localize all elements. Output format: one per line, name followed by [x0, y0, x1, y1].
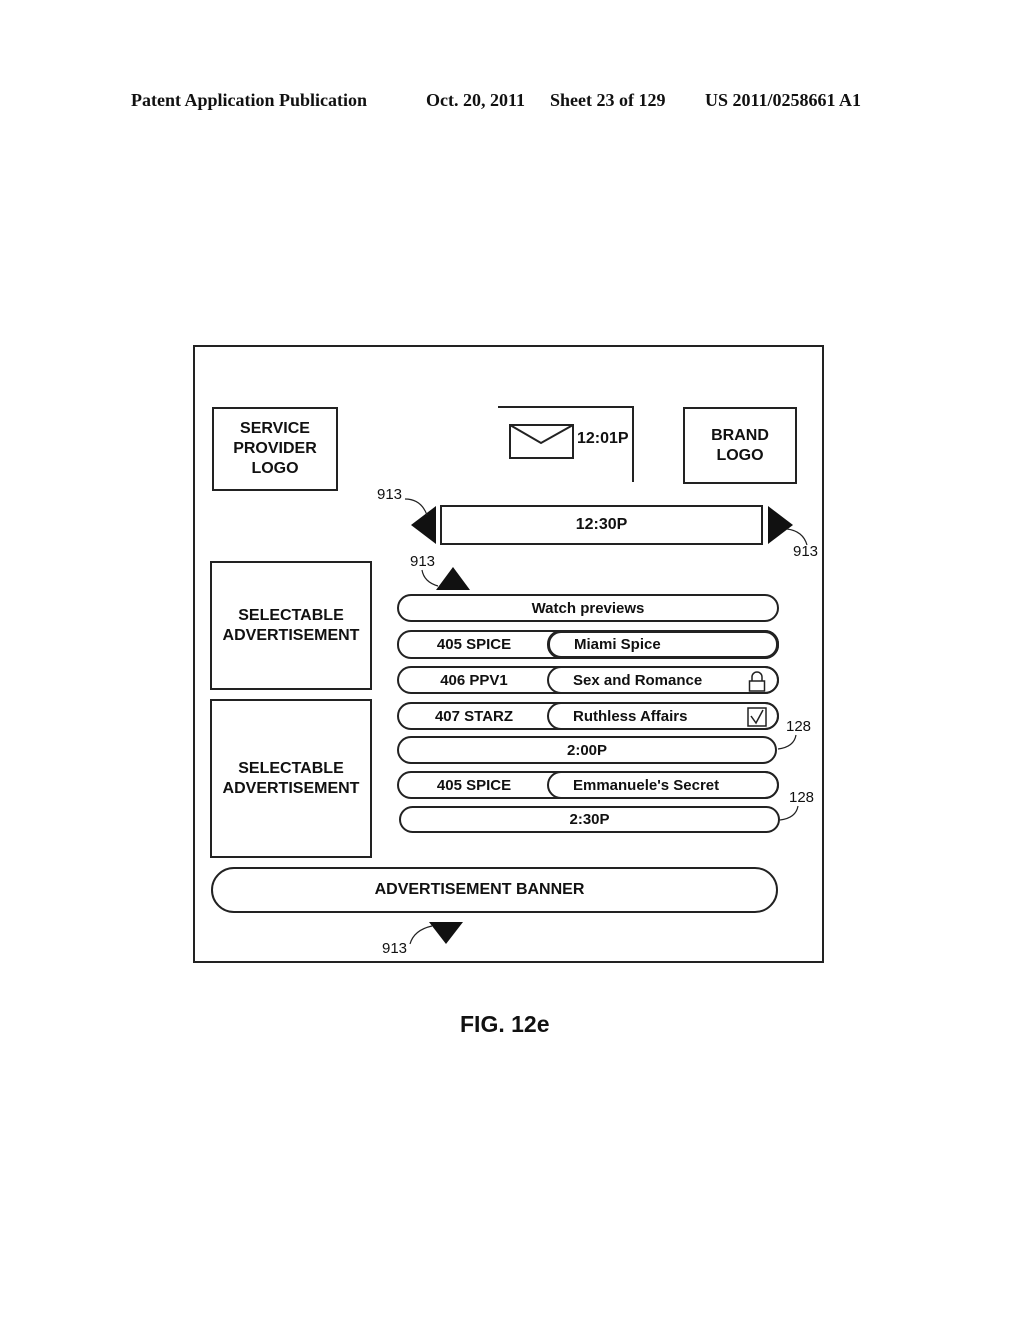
listing-program-title: Miami Spice: [574, 636, 661, 653]
up-arrow-icon[interactable]: [435, 566, 471, 591]
advertisement-banner-label: ADVERTISEMENT BANNER: [374, 881, 585, 898]
lock-icon: [748, 671, 766, 692]
clock-time: 12:01P: [577, 430, 629, 447]
listing-program[interactable]: Emmanuele's Secret: [547, 771, 779, 799]
time-slot-label: 2:00P: [566, 741, 608, 759]
advertisement-banner[interactable]: ADVERTISEMENT BANNER: [211, 867, 778, 913]
listing-program-selected[interactable]: Miami Spice: [547, 630, 779, 659]
watch-previews-label: Watch previews: [531, 599, 645, 617]
listing-channel: 407 STARZ: [434, 707, 514, 725]
ref-913-down: 913: [382, 940, 408, 957]
listing-program-title: Ruthless Affairs: [573, 707, 688, 725]
listing-program[interactable]: Ruthless Affairs: [547, 702, 779, 730]
time-slot-row-1: 2:00P: [397, 736, 777, 764]
checkbox-checked-icon[interactable]: [747, 707, 767, 727]
leader-line-128-b: [779, 805, 799, 821]
sheet-number: Sheet 23 of 129: [550, 90, 666, 110]
leader-line-128-a: [777, 734, 797, 750]
listing-program-title: Emmanuele's Secret: [573, 776, 720, 794]
selectable-advertisement-2-text: SELECTABLE ADVERTISEMENT: [222, 759, 360, 797]
ref-913-left: 913: [377, 486, 403, 503]
listing-channel: 405 SPICE: [436, 636, 512, 653]
listing-row-3[interactable]: 407 STARZ Ruthless Affairs: [397, 702, 779, 730]
patent-number: US 2011/0258661 A1: [705, 90, 862, 110]
listing-program-title: Sex and Romance: [573, 671, 703, 689]
time-nav-label: 12:30P: [575, 516, 628, 533]
time-slot-row-2: 2:30P: [399, 806, 780, 833]
publication-label: Patent Application Publication: [131, 90, 368, 110]
listing-row-1[interactable]: 405 SPICE Miami Spice: [397, 630, 779, 659]
listing-row-4[interactable]: 405 SPICE Emmanuele's Secret: [397, 771, 779, 799]
time-nav-bar[interactable]: 12:30P: [440, 505, 763, 545]
listing-program[interactable]: Sex and Romance: [547, 666, 779, 694]
time-slot-label: 2:30P: [569, 811, 610, 828]
service-provider-logo: SERVICE PROVIDER LOGO: [212, 407, 338, 491]
envelope-icon[interactable]: [509, 424, 575, 459]
leader-line-913-left: [404, 498, 428, 516]
selectable-advertisement-2[interactable]: SELECTABLE ADVERTISEMENT: [210, 699, 372, 858]
service-provider-logo-text: SERVICE PROVIDER LOGO: [233, 420, 317, 477]
watch-previews-button[interactable]: Watch previews: [397, 594, 779, 622]
selectable-advertisement-1-text: SELECTABLE ADVERTISEMENT: [222, 606, 360, 644]
brand-logo: BRAND LOGO: [683, 407, 797, 484]
leader-line-913-down: [409, 925, 433, 945]
brand-logo-text: BRAND LOGO: [711, 426, 769, 464]
figure-caption: FIG. 12e: [460, 1011, 550, 1037]
publication-date: Oct. 20, 2011: [426, 90, 525, 110]
listing-channel: 406 PPV1: [440, 671, 508, 689]
selectable-advertisement-1[interactable]: SELECTABLE ADVERTISEMENT: [210, 561, 372, 690]
listing-channel: 405 SPICE: [436, 776, 512, 794]
leader-line-913-right: [786, 528, 808, 546]
listing-row-2[interactable]: 406 PPV1 Sex and Romance: [397, 666, 779, 694]
